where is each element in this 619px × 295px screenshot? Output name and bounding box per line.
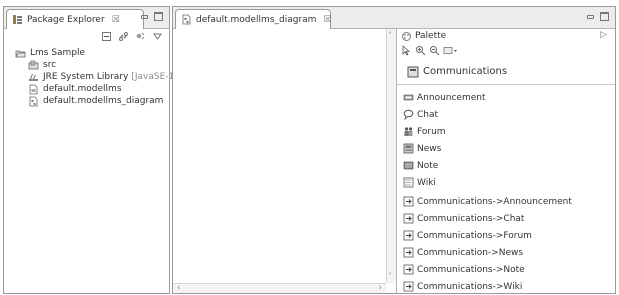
palette-group-communications[interactable]: Communications bbox=[397, 59, 615, 85]
scroll-up-icon[interactable]: ˄ bbox=[388, 31, 392, 40]
palette-item-chat[interactable]: Chat bbox=[403, 108, 438, 121]
wiki-icon bbox=[403, 177, 414, 188]
palette-icon bbox=[401, 31, 412, 42]
tree-item-label: default.modellms_diagram bbox=[43, 96, 164, 106]
source-folder-icon bbox=[28, 60, 39, 71]
tree-item-modellms-diagram[interactable]: default.modellms_diagram bbox=[28, 95, 163, 107]
connection-icon bbox=[403, 264, 414, 275]
palette-group-label: Communications bbox=[423, 66, 508, 77]
palette-link-note[interactable]: Communications->Note bbox=[403, 263, 525, 276]
forum-icon bbox=[403, 126, 414, 137]
minimize-icon[interactable] bbox=[140, 12, 149, 21]
view-menu-icon[interactable] bbox=[152, 31, 163, 42]
tree-item-suffix: [JavaSE-1 bbox=[131, 72, 175, 82]
diagram-file-icon bbox=[28, 96, 39, 107]
zoom-in-icon[interactable] bbox=[415, 45, 426, 56]
collapse-palette-icon[interactable]: ▷ bbox=[600, 30, 607, 40]
tree-item-label: JRE System Library bbox=[43, 72, 129, 82]
palette-item-forum[interactable]: Forum bbox=[403, 125, 446, 138]
palette-link-wiki[interactable]: Communications->Wiki bbox=[403, 280, 522, 293]
palette-item-label: Wiki bbox=[417, 177, 436, 188]
palette-toolbar bbox=[401, 45, 459, 56]
palette-item-news[interactable]: News bbox=[403, 142, 441, 155]
package-tree: Lms Sample src JRE System Library [JavaS… bbox=[15, 45, 174, 125]
package-explorer-tab[interactable]: Package Explorer ☒ bbox=[6, 9, 144, 29]
close-icon[interactable]: ☒ bbox=[112, 15, 120, 25]
palette-link-label: Communications->Wiki bbox=[417, 281, 523, 292]
palette-link-label: Communications->Note bbox=[417, 264, 525, 275]
tree-item-project[interactable]: Lms Sample bbox=[15, 47, 85, 59]
maximize-icon[interactable] bbox=[154, 12, 163, 21]
package-explorer-toolbar bbox=[101, 31, 163, 42]
editor-tab[interactable]: default.modellms_diagram ☒ bbox=[175, 9, 332, 29]
tree-item-src[interactable]: src bbox=[28, 59, 56, 71]
palette-link-label: Communications->Announcement bbox=[417, 196, 572, 207]
connection-icon bbox=[403, 247, 414, 258]
chat-icon bbox=[403, 109, 414, 121]
note-icon bbox=[403, 160, 414, 171]
palette: Palette ▷ Communications Announcement Ch… bbox=[396, 29, 615, 293]
note-tool-dropdown-icon[interactable] bbox=[443, 45, 459, 56]
horizontal-scrollbar[interactable]: ‹ › bbox=[173, 283, 386, 293]
palette-item-label: Chat bbox=[417, 109, 439, 120]
palette-item-label: Forum bbox=[417, 126, 446, 137]
tree-item-modellms[interactable]: default.modellms bbox=[28, 83, 122, 95]
communications-group-icon bbox=[407, 66, 419, 78]
palette-item-label: Note bbox=[417, 160, 439, 171]
connection-icon bbox=[403, 230, 414, 241]
collapse-all-icon[interactable] bbox=[101, 31, 112, 42]
palette-item-label: News bbox=[417, 143, 442, 154]
package-explorer-icon bbox=[12, 14, 23, 25]
palette-link-label: Communications->Forum bbox=[417, 230, 532, 241]
palette-link-news[interactable]: Communication->News bbox=[403, 246, 523, 259]
package-explorer-view: Package Explorer ☒ Lms Sample src JRE Sy… bbox=[3, 6, 174, 294]
scroll-down-icon[interactable]: ˅ bbox=[388, 272, 392, 281]
close-icon[interactable]: ☒ bbox=[323, 15, 331, 25]
scroll-right-icon[interactable]: › bbox=[378, 283, 382, 293]
link-with-editor-icon[interactable] bbox=[118, 31, 129, 42]
diagram-canvas[interactable] bbox=[173, 29, 386, 293]
palette-link-label: Communication->News bbox=[417, 247, 524, 258]
package-explorer-tabbar: Package Explorer ☒ bbox=[4, 7, 169, 29]
connection-icon bbox=[403, 281, 414, 292]
palette-item-label: Announcement bbox=[417, 92, 486, 103]
vertical-scrollbar[interactable]: ˄ ˅ bbox=[386, 29, 396, 283]
model-file-icon bbox=[28, 84, 39, 95]
palette-header: Palette ▷ bbox=[397, 29, 615, 43]
tree-item-label: default.modellms bbox=[43, 84, 122, 94]
package-explorer-tab-label: Package Explorer bbox=[27, 14, 105, 25]
maximize-icon[interactable] bbox=[600, 12, 609, 21]
palette-item-wiki[interactable]: Wiki bbox=[403, 176, 436, 189]
editor-tab-label: default.modellms_diagram bbox=[196, 14, 317, 25]
focus-icon[interactable] bbox=[135, 31, 146, 42]
editor-tabbar: default.modellms_diagram ☒ bbox=[173, 7, 615, 29]
news-icon bbox=[403, 143, 414, 154]
tree-item-label: src bbox=[43, 60, 57, 70]
palette-item-announcement[interactable]: Announcement bbox=[403, 91, 486, 104]
select-tool-icon[interactable] bbox=[401, 45, 412, 56]
diagram-editor-view: default.modellms_diagram ☒ ˄ ˅ ‹ › Palet… bbox=[172, 6, 616, 294]
scroll-left-icon[interactable]: ‹ bbox=[177, 283, 181, 293]
tree-item-label: Lms Sample bbox=[30, 48, 86, 58]
connection-icon bbox=[403, 196, 414, 207]
palette-link-forum[interactable]: Communications->Forum bbox=[403, 229, 532, 242]
zoom-out-icon[interactable] bbox=[429, 45, 440, 56]
project-folder-icon bbox=[15, 48, 26, 59]
palette-item-note[interactable]: Note bbox=[403, 159, 438, 172]
tree-item-jre-library[interactable]: JRE System Library [JavaSE-1 bbox=[28, 71, 174, 83]
palette-link-label: Communications->Chat bbox=[417, 213, 525, 224]
palette-title: Palette bbox=[415, 31, 447, 41]
palette-link-chat[interactable]: Communications->Chat bbox=[403, 212, 524, 225]
diagram-file-icon bbox=[181, 14, 192, 25]
connection-icon bbox=[403, 213, 414, 224]
library-icon bbox=[28, 72, 39, 83]
minimize-icon[interactable] bbox=[586, 12, 595, 21]
palette-link-announcement[interactable]: Communications->Announcement bbox=[403, 195, 572, 208]
announcement-icon bbox=[403, 92, 414, 103]
